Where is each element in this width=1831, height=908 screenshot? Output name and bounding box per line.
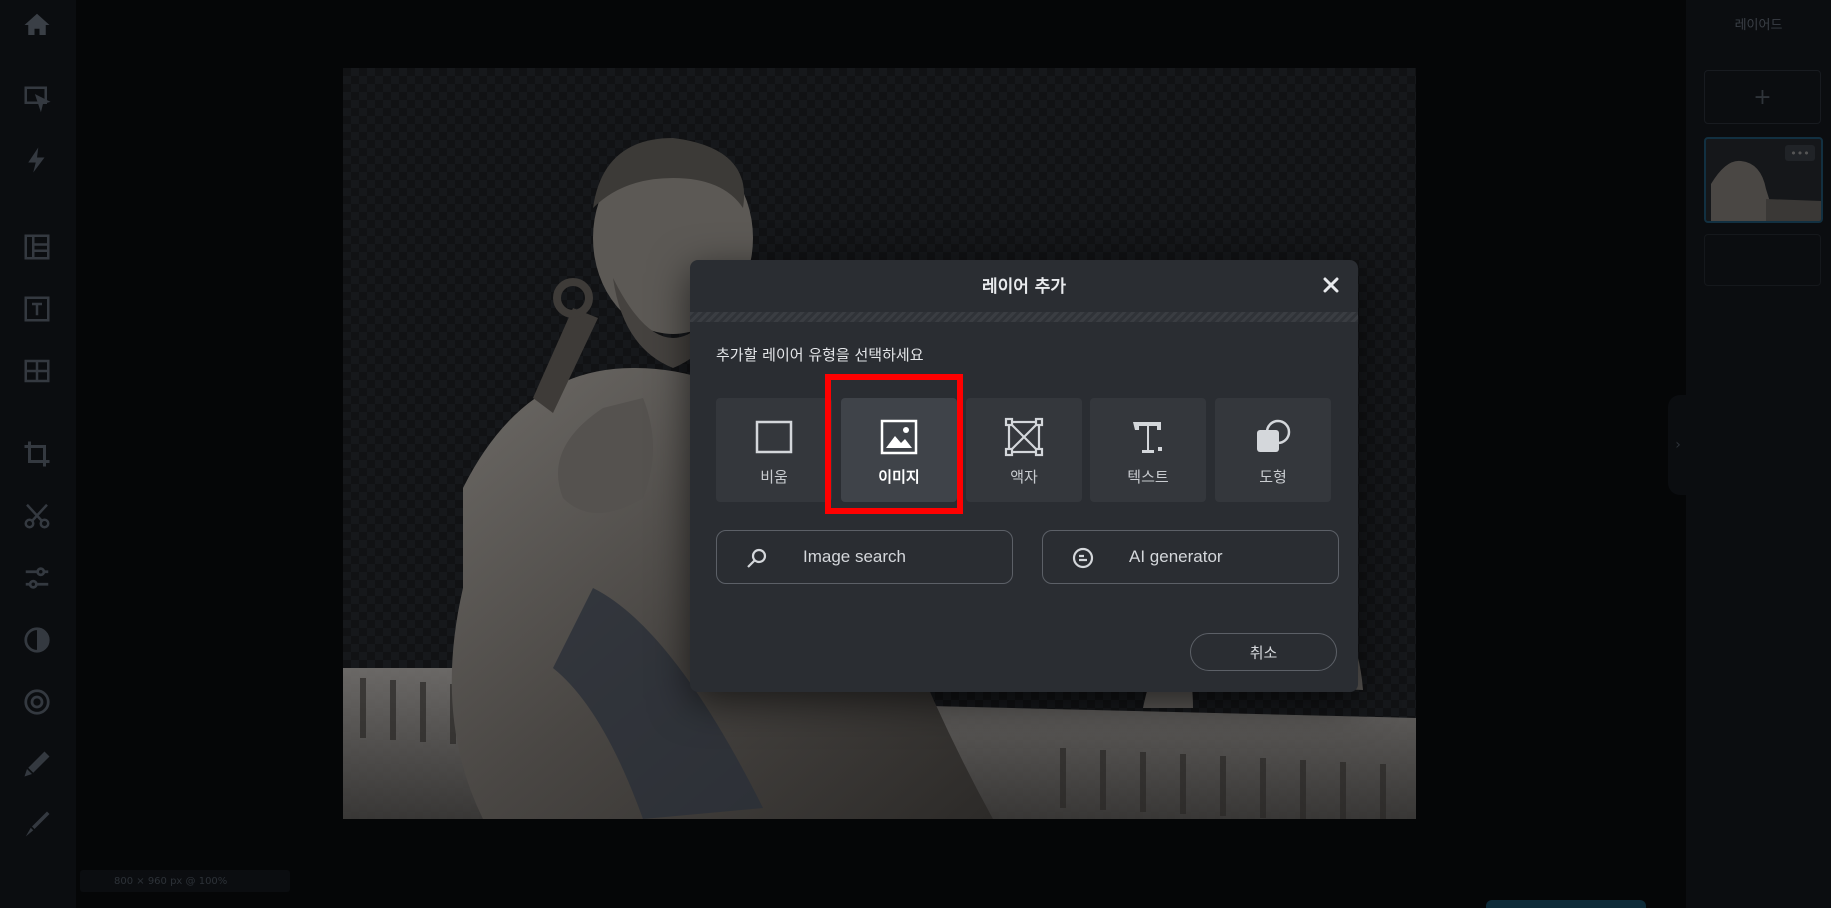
brush-icon[interactable] [18,745,56,783]
ai-generator-button[interactable]: AI generator [1042,530,1339,584]
dialog-divider [690,312,1358,322]
shape-icon [1252,416,1294,458]
layers-panel: 레이어드 + ••• [1686,0,1831,908]
empty-layer-slot[interactable] [1704,234,1821,286]
layer-type-shape[interactable]: 도형 [1215,398,1331,502]
effects-icon[interactable] [18,683,56,721]
ai-generator-label: AI generator [1129,547,1223,566]
add-layer-dialog: 레이어 추가 추가할 레이어 유형을 선택하세요 비움 이미지 액자 텍스트 도… [690,260,1358,692]
selection-highlight [825,374,963,514]
image-search-label: Image search [803,547,906,566]
dialog-prompt: 추가할 레이어 유형을 선택하세요 [716,346,924,364]
frame-icon [1003,416,1045,458]
chevron-right-icon[interactable]: › [1668,395,1688,495]
pen-icon[interactable] [18,805,56,843]
layer-type-blank[interactable]: 비움 [716,398,832,502]
grid-icon[interactable] [18,352,56,390]
crop-icon[interactable] [18,435,56,473]
layer-type-label: 도형 [1259,468,1287,486]
search-icon [747,548,767,568]
magic-icon[interactable] [18,141,56,179]
layer-type-label: 비움 [760,468,788,486]
add-layer-button[interactable]: + [1704,70,1821,124]
close-icon[interactable] [1320,274,1342,296]
canvas-status: 800 × 960 px @ 100% [80,870,290,892]
layer-thumbnail[interactable]: ••• [1704,137,1823,223]
ai-icon [1072,547,1094,569]
select-icon[interactable] [18,80,56,118]
text-template-icon[interactable] [18,290,56,328]
cut-icon[interactable] [18,497,56,535]
left-toolbar [0,0,76,908]
more-icon[interactable]: ••• [1785,145,1815,161]
dialog-title: 레이어 추가 [981,277,1067,297]
layer-type-text[interactable]: 텍스트 [1090,398,1206,502]
contrast-icon[interactable] [18,621,56,659]
text-icon [1127,416,1169,458]
panel-title: 레이어드 [1734,18,1783,33]
blank-square-icon [753,416,795,458]
layer-type-label: 액자 [1010,468,1038,486]
adjust-icon[interactable] [18,559,56,597]
layer-type-frame[interactable]: 액자 [966,398,1082,502]
cancel-button[interactable]: 취소 [1190,633,1337,671]
layer-type-label: 텍스트 [1127,468,1169,486]
layout-icon[interactable] [18,228,56,266]
image-search-button[interactable]: Image search [716,530,1013,584]
bottom-action-button[interactable] [1486,900,1646,908]
home-icon[interactable] [18,6,56,44]
